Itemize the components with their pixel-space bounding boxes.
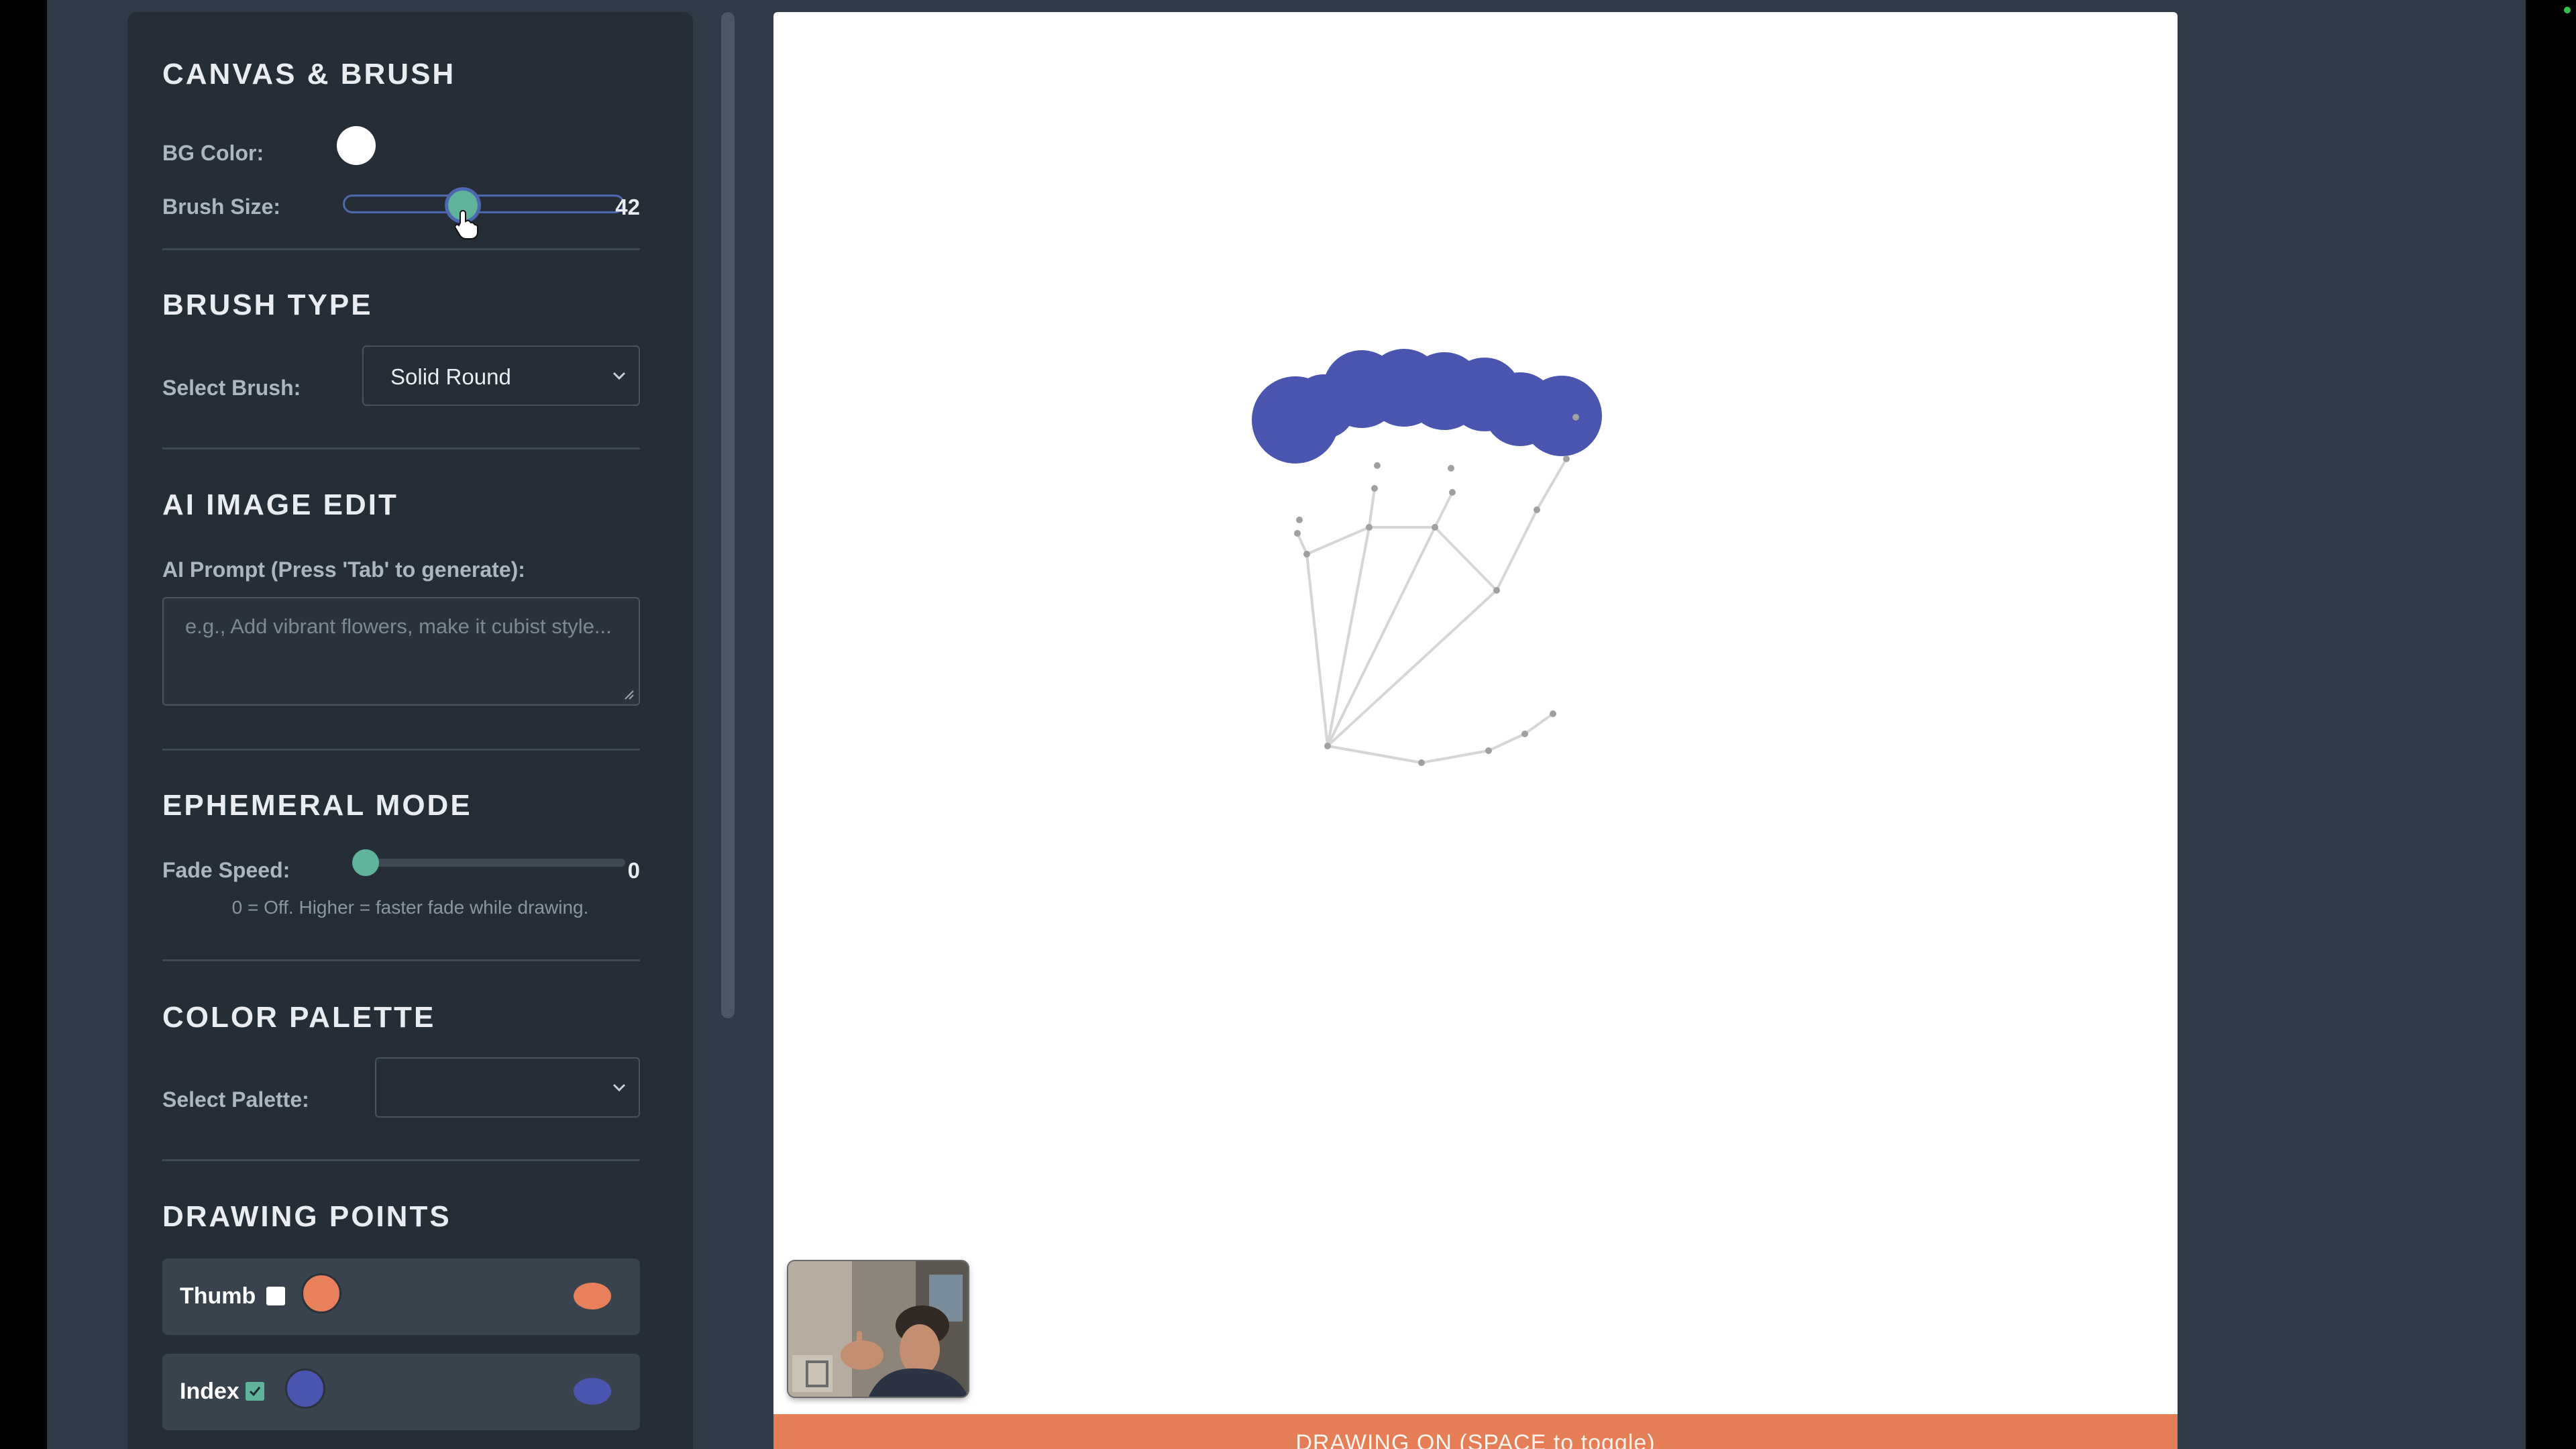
- thumb-color-picker[interactable]: [301, 1273, 341, 1313]
- bg-color-swatch[interactable]: [337, 126, 376, 165]
- brush-type-select[interactable]: Solid Round: [362, 345, 640, 406]
- app-window: CANVAS & BRUSH BG Color: Brush Size: 42 …: [47, 0, 2526, 1449]
- chevron-down-icon: [612, 372, 626, 380]
- checkmark-icon: [249, 1387, 261, 1397]
- hand-skeleton: [1296, 458, 1568, 765]
- section-title-canvas-brush: CANVAS & BRUSH: [162, 58, 456, 91]
- index-color-preview: [574, 1378, 611, 1405]
- brush-stroke: [1252, 349, 1602, 464]
- webcam-feed: [788, 1261, 968, 1397]
- section-title-color-palette: COLOR PALETTE: [162, 1001, 436, 1034]
- index-color-picker[interactable]: [285, 1368, 325, 1409]
- select-brush-label: Select Brush:: [162, 376, 301, 400]
- drawing-point-label: Index: [180, 1379, 239, 1404]
- control-sidebar: CANVAS & BRUSH BG Color: Brush Size: 42 …: [127, 12, 693, 1449]
- recording-indicator-icon: [2564, 7, 2571, 13]
- drawing-point-label: Thumb: [180, 1283, 256, 1309]
- section-title-ephemeral-mode: EPHEMERAL MODE: [162, 789, 472, 822]
- drawing-canvas[interactable]: [773, 12, 2178, 1449]
- thumb-color-preview: [574, 1283, 611, 1309]
- ai-prompt-input[interactable]: e.g., Add vibrant flowers, make it cubis…: [162, 597, 640, 706]
- bg-color-label: BG Color:: [162, 141, 264, 165]
- palette-select[interactable]: [375, 1057, 640, 1118]
- chevron-down-icon: [612, 1083, 626, 1092]
- fade-speed-note: 0 = Off. Higher = faster fade while draw…: [231, 897, 589, 918]
- fade-speed-slider-thumb[interactable]: [352, 849, 379, 876]
- drawing-point-thumb: Thumb: [162, 1258, 640, 1335]
- thumb-checkbox[interactable]: [266, 1287, 285, 1305]
- divider: [162, 248, 640, 250]
- webcam-preview: [788, 1261, 968, 1397]
- drawing-status-text: DRAWING ON (SPACE to toggle): [1295, 1430, 1656, 1449]
- index-checkbox[interactable]: [246, 1382, 264, 1401]
- drawing-point-index: Index: [162, 1354, 640, 1430]
- fade-speed-value: 0: [627, 858, 640, 883]
- brush-size-label: Brush Size:: [162, 195, 281, 219]
- pointer-hand-icon: [455, 210, 478, 239]
- divider: [162, 447, 640, 449]
- section-title-ai-image-edit: AI IMAGE EDIT: [162, 488, 398, 521]
- sidebar-scrollbar[interactable]: [721, 12, 735, 1018]
- ai-prompt-label: AI Prompt (Press 'Tab' to generate):: [162, 557, 525, 582]
- resize-grip-icon[interactable]: [623, 688, 635, 700]
- ai-prompt-placeholder: e.g., Add vibrant flowers, make it cubis…: [185, 614, 612, 638]
- section-title-drawing-points: DRAWING POINTS: [162, 1200, 451, 1233]
- divider: [162, 959, 640, 961]
- section-title-brush-type: BRUSH TYPE: [162, 288, 373, 321]
- drawing-status-bar: DRAWING ON (SPACE to toggle): [773, 1414, 2178, 1449]
- fade-speed-label: Fade Speed:: [162, 858, 290, 882]
- canvas-drawing: [1252, 349, 1602, 766]
- brush-type-selected: Solid Round: [390, 364, 511, 389]
- brush-size-value: 42: [615, 195, 640, 219]
- select-palette-label: Select Palette:: [162, 1087, 309, 1112]
- divider: [162, 749, 640, 751]
- divider: [162, 1159, 640, 1161]
- hand-landmarks: [1294, 414, 1579, 766]
